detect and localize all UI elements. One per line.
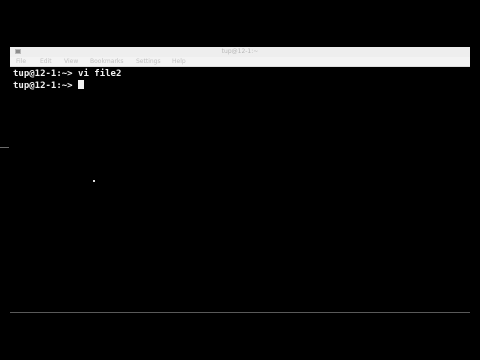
menu-bar: File Edit View Bookmarks Settings Help [10, 57, 470, 67]
menu-view[interactable]: View [64, 58, 78, 66]
window-bottom-border [10, 312, 470, 313]
terminal-window: tup@12-1:~ File Edit View Bookmarks Sett… [10, 47, 470, 312]
window-title: tup@12-1:~ [221, 48, 259, 55]
left-edge-mark [0, 147, 9, 148]
menu-help[interactable]: Help [172, 58, 186, 66]
shell-command: vi file2 [78, 69, 122, 79]
terminal-line: tup@12-1:~> vi file2 [13, 69, 121, 80]
window-titlebar[interactable]: tup@12-1:~ [10, 47, 470, 57]
menu-edit[interactable]: Edit [40, 58, 52, 66]
shell-prompt: tup@12-1:~> [13, 81, 73, 91]
text-cursor [77, 80, 84, 89]
menu-bookmarks[interactable]: Bookmarks [90, 58, 124, 66]
shell-prompt: tup@12-1:~> [13, 69, 73, 79]
mouse-pointer-icon [93, 180, 95, 182]
menu-settings[interactable]: Settings [136, 58, 161, 66]
terminal-output[interactable]: tup@12-1:~> vi file2 tup@12-1:~> [10, 68, 470, 312]
desktop-screen: tup@12-1:~ File Edit View Bookmarks Sett… [0, 0, 480, 360]
menu-file[interactable]: File [16, 58, 26, 66]
terminal-line: tup@12-1:~> [13, 80, 84, 91]
